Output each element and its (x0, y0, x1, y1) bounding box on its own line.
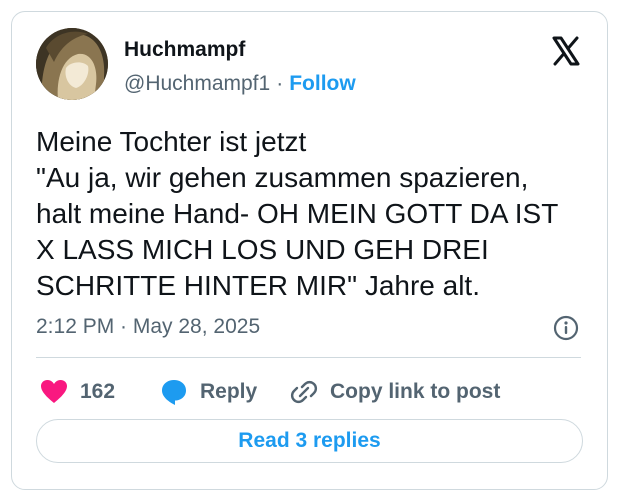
x-logo-icon[interactable] (551, 36, 581, 66)
author-handle[interactable]: @Huchmampf1 (124, 72, 270, 95)
copy-link-label: Copy link to post (330, 380, 501, 403)
reply-button[interactable]: Reply (160, 374, 257, 410)
like-button[interactable]: 162 (40, 374, 115, 410)
copy-link-button[interactable]: Copy link to post (290, 374, 500, 410)
like-count: 162 (80, 380, 116, 403)
author-display-name[interactable]: Huchmampf (124, 38, 245, 62)
speech-bubble-icon (160, 378, 188, 406)
author-handle-row: @Huchmampf1 · Follow (124, 72, 356, 96)
divider (36, 357, 581, 358)
reply-label: Reply (200, 380, 258, 403)
avatar[interactable] (36, 28, 108, 100)
link-icon (290, 378, 318, 406)
separator-dot: · (276, 72, 284, 95)
follow-button[interactable]: Follow (289, 72, 356, 95)
tweet-card: Huchmampf @Huchmampf1 · Follow Meine Tocht… (11, 11, 608, 490)
tweet-line: Meine Tochter ist jetzt (36, 126, 307, 157)
tweet-timestamp[interactable]: 2:12 PM · May 28, 2025 (36, 315, 260, 339)
heart-icon (40, 379, 68, 405)
tweet-line: X LASS MICH LOS UND GEH DREI (36, 234, 489, 265)
avatar-image (36, 28, 108, 100)
tweet-line: halt meine Hand- OH MEIN GOTT DA IST (36, 198, 559, 229)
tweet-text: Meine Tochter ist jetzt "Au ja, wir gehe… (36, 124, 596, 304)
read-replies-button[interactable]: Read 3 replies (36, 419, 583, 463)
info-icon[interactable] (553, 315, 579, 341)
tweet-line: SCHRITTE HINTER MIR" Jahre alt. (36, 270, 480, 301)
tweet-line: "Au ja, wir gehen zusammen spazieren, (36, 162, 529, 193)
